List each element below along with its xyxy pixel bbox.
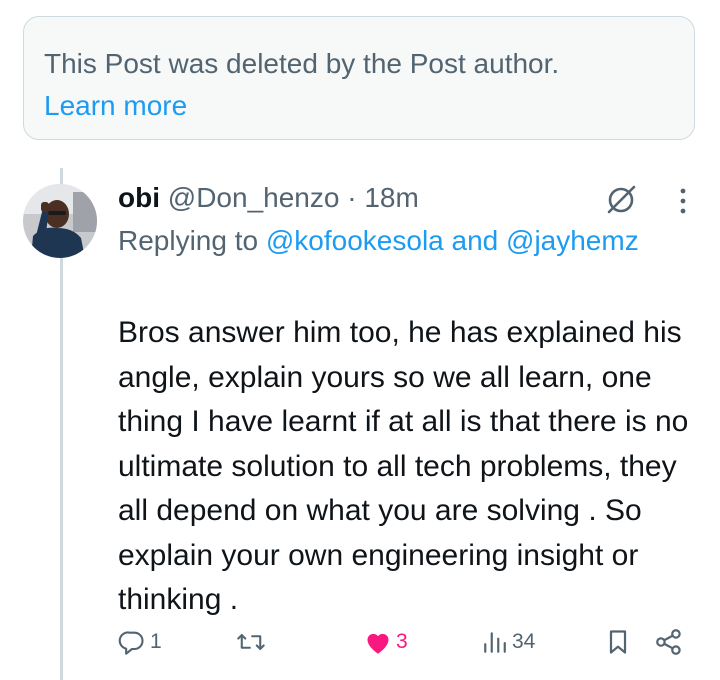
post-body: Bros answer him too, he has explained hi…: [118, 316, 689, 616]
repost-button[interactable]: [236, 622, 270, 662]
avatar-image: [23, 184, 97, 258]
bookmark-button[interactable]: [606, 622, 630, 662]
more-options-icon[interactable]: [672, 186, 694, 216]
like-button[interactable]: 3: [364, 622, 408, 662]
avatar[interactable]: [23, 184, 97, 258]
mention-and[interactable]: and: [452, 225, 499, 256]
repost-icon: [237, 634, 265, 650]
learn-more-link[interactable]: Learn more: [44, 85, 674, 127]
mention-jayhemz[interactable]: @jayhemz: [506, 225, 639, 256]
reply-button[interactable]: 1: [118, 622, 162, 662]
like-icon: [367, 633, 389, 654]
views-count: 34: [512, 630, 536, 653]
reply-icon: [118, 631, 144, 655]
author-handle[interactable]: @Don_henzo: [168, 182, 340, 213]
like-count: 3: [396, 630, 408, 653]
replying-to: Replying to @kofookesola and @jayhemz: [118, 220, 678, 262]
grok-icon[interactable]: [604, 183, 638, 217]
post-header: obi @Don_henzo · 18m: [118, 178, 419, 218]
mention-kofookesola[interactable]: @kofookesola: [266, 225, 444, 256]
header-separator: ·: [347, 182, 357, 213]
deleted-post-text: This Post was deleted by the Post author…: [44, 48, 560, 79]
post-timestamp[interactable]: 18m: [364, 182, 418, 213]
share-icon: [656, 629, 681, 655]
reply-count: 1: [150, 630, 162, 653]
replying-to-prefix: Replying to: [118, 225, 259, 256]
views-icon: [484, 632, 506, 653]
bookmark-icon: [609, 630, 627, 654]
post-action-bar: 1 3 34: [118, 622, 693, 662]
author-name[interactable]: obi: [118, 182, 160, 213]
deleted-post-notice: This Post was deleted by the Post author…: [23, 16, 695, 140]
share-button[interactable]: [654, 622, 684, 662]
views-button[interactable]: 34: [482, 622, 535, 662]
